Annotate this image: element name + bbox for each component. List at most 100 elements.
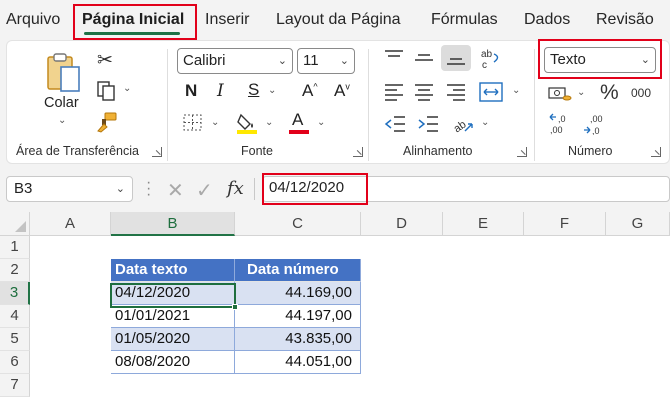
group-divider <box>368 49 369 161</box>
group-divider <box>167 49 168 161</box>
svg-text:,00: ,00 <box>590 114 603 124</box>
increase-decimal-icon[interactable]: ,0 ,00 <box>548 113 574 135</box>
row-header-6[interactable]: 6 <box>0 351 30 374</box>
paste-button-label[interactable]: Colar <box>44 95 79 111</box>
tab-arquivo[interactable]: Arquivo <box>6 11 60 29</box>
dialog-launcher-icon[interactable] <box>651 147 661 157</box>
increase-indent-icon[interactable] <box>417 115 439 133</box>
highlight-box-number-format <box>538 39 662 79</box>
tab-dados[interactable]: Dados <box>524 11 570 29</box>
table-header-data-texto[interactable]: Data texto <box>111 259 235 282</box>
column-header-a[interactable]: A <box>30 212 111 236</box>
decrease-decimal-icon[interactable]: ,00 ,0 <box>582 113 608 135</box>
copy-icon[interactable] <box>96 80 116 102</box>
bold-button[interactable]: N <box>185 81 197 101</box>
svg-text:ab: ab <box>481 49 493 60</box>
enter-icon[interactable]: ✓ <box>196 178 213 203</box>
column-header-f[interactable]: F <box>524 212 606 236</box>
table-header-data-numero[interactable]: Data número <box>235 259 361 282</box>
row-header-3[interactable]: 3 <box>0 282 30 305</box>
fill-handle[interactable] <box>232 304 238 310</box>
column-header-c[interactable]: C <box>235 212 361 236</box>
align-bottom-icon[interactable] <box>441 45 471 71</box>
cut-icon[interactable]: ✂ <box>97 49 113 72</box>
align-left-icon[interactable] <box>384 83 404 101</box>
align-top-icon[interactable] <box>384 49 404 67</box>
table-cell-b4[interactable]: 01/01/2021 <box>111 305 235 328</box>
format-painter-icon[interactable] <box>96 111 118 133</box>
chevron-down-icon[interactable]: ⌄ <box>265 117 273 128</box>
tab-revisao[interactable]: Revisão <box>596 11 654 29</box>
merge-center-icon[interactable] <box>479 81 503 103</box>
font-group-label: Fonte <box>241 144 273 158</box>
worksheet-grid[interactable]: A B C D E F G 1 2 3 4 5 6 7 Data texto D… <box>0 212 670 401</box>
alignment-group-label: Alinhamento <box>403 144 473 158</box>
cancel-icon[interactable]: ✕ <box>167 178 184 203</box>
row-header-7[interactable]: 7 <box>0 374 30 397</box>
underline-button[interactable]: S <box>248 80 259 100</box>
clipboard-group-label: Área de Transferência <box>16 144 139 158</box>
svg-text:,0: ,0 <box>558 114 566 124</box>
chevron-down-icon[interactable]: ⌄ <box>211 117 219 128</box>
font-grow-icon[interactable]: A^ <box>302 81 318 101</box>
align-right-icon[interactable] <box>446 83 466 101</box>
more-options-icon[interactable]: · · · <box>146 175 151 203</box>
fill-color-icon[interactable] <box>235 111 259 135</box>
svg-text:,0: ,0 <box>592 126 600 135</box>
font-shrink-icon[interactable]: Av <box>334 81 350 101</box>
chevron-down-icon[interactable]: ⌄ <box>317 117 325 128</box>
tab-layout-da-pagina[interactable]: Layout da Página <box>276 11 401 29</box>
table-cell-b3[interactable]: 04/12/2020 <box>111 282 235 305</box>
table-cell-c4[interactable]: 44.197,00 <box>235 305 361 328</box>
row-header-1[interactable]: 1 <box>0 236 30 259</box>
row-header-4[interactable]: 4 <box>0 305 30 328</box>
number-group-label: Número <box>568 144 613 158</box>
italic-button[interactable]: I <box>217 81 224 101</box>
currency-icon[interactable] <box>548 85 572 103</box>
font-color-icon[interactable]: A <box>289 110 309 135</box>
chevron-down-icon[interactable]: ⌄ <box>577 87 585 98</box>
thousands-separator-button[interactable]: 000 <box>631 86 651 100</box>
highlight-box-tab <box>73 4 197 40</box>
name-box[interactable]: B3 ⌄ <box>6 176 133 202</box>
font-size-dropdown[interactable]: 11 ⌄ <box>297 48 355 74</box>
chevron-down-icon[interactable]: ⌄ <box>512 85 520 96</box>
group-divider <box>534 49 535 161</box>
table-cell-c3[interactable]: 44.169,00 <box>235 282 361 305</box>
borders-icon[interactable] <box>182 113 204 133</box>
column-header-g[interactable]: G <box>606 212 670 236</box>
highlight-box-formula <box>262 173 368 205</box>
dialog-launcher-icon[interactable] <box>353 147 363 157</box>
dialog-launcher-icon[interactable] <box>152 147 162 157</box>
column-header-b[interactable]: B <box>111 212 235 236</box>
align-center-icon[interactable] <box>414 83 434 101</box>
paste-icon[interactable] <box>45 51 83 95</box>
orientation-icon[interactable]: ab <box>451 113 475 135</box>
font-name-dropdown[interactable]: Calibri ⌄ <box>177 48 293 74</box>
table-cell-c6[interactable]: 44.051,00 <box>235 351 361 374</box>
tab-inserir[interactable]: Inserir <box>205 11 249 29</box>
wrap-text-icon[interactable]: ab c <box>479 47 503 71</box>
table-cell-c5[interactable]: 43.835,00 <box>235 328 361 351</box>
ribbon-tabs: Arquivo Página Inicial Inserir Layout da… <box>0 0 670 40</box>
column-header-d[interactable]: D <box>361 212 443 236</box>
chevron-down-icon[interactable]: ⌄ <box>268 85 276 96</box>
tab-formulas[interactable]: Fórmulas <box>431 11 498 29</box>
align-middle-icon[interactable] <box>414 49 434 67</box>
decrease-indent-icon[interactable] <box>384 115 406 133</box>
percent-button[interactable]: % <box>600 81 619 105</box>
insert-function-button[interactable]: fx <box>227 178 244 199</box>
chevron-down-icon[interactable]: ⌄ <box>481 117 489 128</box>
chevron-down-icon[interactable]: ⌄ <box>123 83 131 94</box>
table-cell-b6[interactable]: 08/08/2020 <box>111 351 235 374</box>
chevron-down-icon: ⌄ <box>339 55 349 67</box>
table-cell-b5[interactable]: 01/05/2020 <box>111 328 235 351</box>
dialog-launcher-icon[interactable] <box>517 147 527 157</box>
select-all-button[interactable] <box>0 212 30 236</box>
formula-divider <box>254 178 255 200</box>
row-header-5[interactable]: 5 <box>0 328 30 351</box>
row-header-2[interactable]: 2 <box>0 259 30 282</box>
chevron-down-icon: ⌄ <box>277 55 287 67</box>
chevron-down-icon[interactable]: ⌄ <box>58 115 66 126</box>
column-header-e[interactable]: E <box>443 212 524 236</box>
